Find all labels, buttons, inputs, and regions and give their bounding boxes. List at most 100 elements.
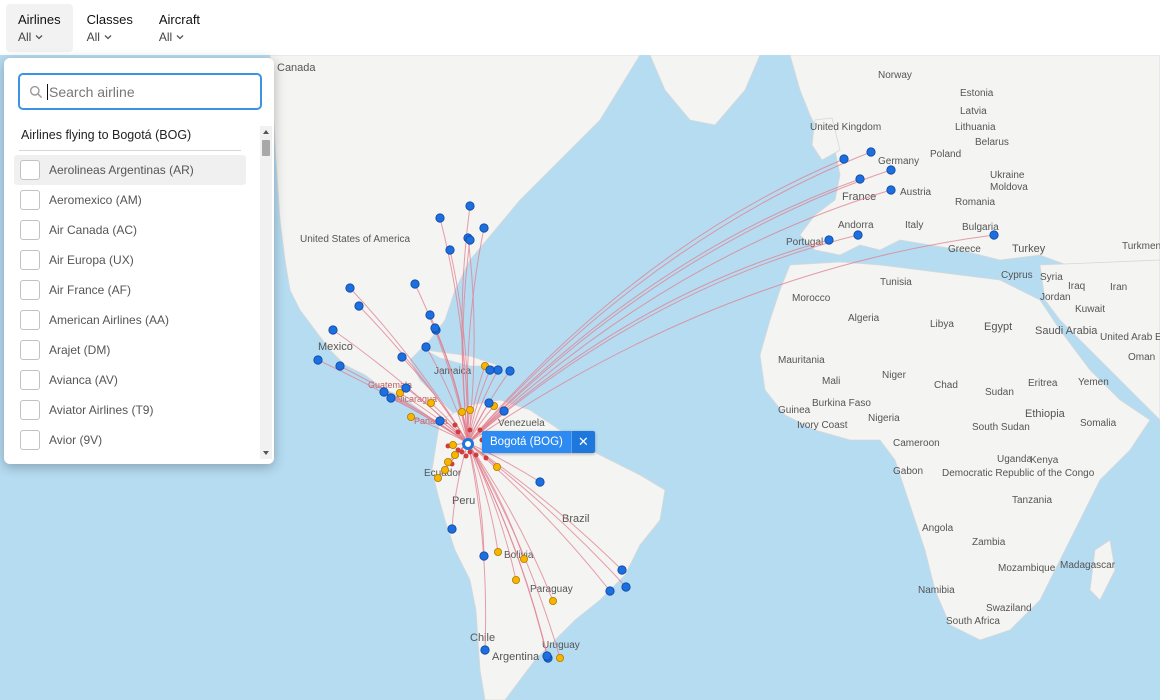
- direct-airport-marker[interactable]: [485, 365, 495, 375]
- direct-airport-marker[interactable]: [397, 352, 407, 362]
- domestic-airport-marker[interactable]: [473, 452, 479, 458]
- map-label: Mozambique: [998, 563, 1056, 574]
- direct-airport-marker[interactable]: [535, 477, 545, 487]
- map-label: Ivory Coast: [797, 420, 848, 431]
- connecting-airport-marker[interactable]: [443, 457, 452, 466]
- connecting-airport-marker[interactable]: [448, 440, 457, 449]
- direct-airport-marker[interactable]: [313, 355, 323, 365]
- direct-airport-marker[interactable]: [605, 586, 615, 596]
- airline-checkbox[interactable]: [20, 190, 40, 210]
- domestic-airport-marker[interactable]: [483, 455, 489, 461]
- airline-checkbox[interactable]: [20, 400, 40, 420]
- direct-airport-marker[interactable]: [484, 398, 494, 408]
- direct-airport-marker[interactable]: [621, 582, 631, 592]
- direct-airport-marker[interactable]: [379, 387, 389, 397]
- airline-checkbox[interactable]: [20, 160, 40, 180]
- direct-airport-marker[interactable]: [386, 393, 396, 403]
- direct-airport-marker[interactable]: [425, 310, 435, 320]
- direct-airport-marker[interactable]: [447, 524, 457, 534]
- direct-airport-marker[interactable]: [435, 213, 445, 223]
- connecting-airport-marker[interactable]: [520, 555, 529, 564]
- direct-airport-marker[interactable]: [410, 279, 420, 289]
- direct-airport-marker[interactable]: [866, 147, 876, 157]
- airline-checkbox[interactable]: [20, 220, 40, 240]
- direct-airport-marker[interactable]: [886, 185, 896, 195]
- airline-checkbox[interactable]: [20, 370, 40, 390]
- search-airline-input[interactable]: [47, 83, 247, 100]
- direct-airport-marker[interactable]: [886, 165, 896, 175]
- direct-airport-marker[interactable]: [499, 406, 509, 416]
- direct-airport-marker[interactable]: [354, 301, 364, 311]
- airline-checkbox[interactable]: [20, 430, 40, 450]
- list-header: Airlines flying to Bogotá (BOG): [21, 128, 192, 142]
- domestic-airport-marker[interactable]: [459, 449, 465, 455]
- direct-airport-marker[interactable]: [839, 154, 849, 164]
- direct-airport-marker[interactable]: [445, 245, 455, 255]
- connecting-airport-marker[interactable]: [493, 548, 502, 557]
- direct-airport-marker[interactable]: [435, 416, 445, 426]
- domestic-airport-marker[interactable]: [467, 427, 473, 433]
- domestic-airport-marker[interactable]: [452, 422, 458, 428]
- connecting-airport-marker[interactable]: [457, 407, 466, 416]
- connecting-airport-marker[interactable]: [426, 398, 435, 407]
- airline-checkbox[interactable]: [20, 310, 40, 330]
- direct-airport-marker[interactable]: [465, 201, 475, 211]
- airline-checkbox[interactable]: [20, 340, 40, 360]
- scrollbar-thumb[interactable]: [262, 140, 270, 156]
- airline-checkbox[interactable]: [20, 250, 40, 270]
- connecting-airport-marker[interactable]: [556, 654, 565, 663]
- airline-option[interactable]: Air Europa (UX): [4, 245, 258, 275]
- direct-airport-marker[interactable]: [480, 645, 490, 655]
- airline-option[interactable]: Air France (AF): [4, 275, 258, 305]
- domestic-airport-marker[interactable]: [455, 429, 461, 435]
- connecting-airport-marker[interactable]: [492, 462, 501, 471]
- direct-airport-marker[interactable]: [479, 551, 489, 561]
- connecting-airport-marker[interactable]: [450, 450, 459, 459]
- direct-airport-marker[interactable]: [542, 651, 552, 661]
- direct-airport-marker[interactable]: [479, 223, 489, 233]
- airline-option[interactable]: Aerolineas Argentinas (AR): [14, 155, 246, 185]
- direct-airport-marker[interactable]: [824, 235, 834, 245]
- list-scrollbar[interactable]: [260, 126, 272, 459]
- connecting-airport-marker[interactable]: [549, 597, 558, 606]
- scroll-down-icon[interactable]: [260, 447, 272, 459]
- airline-option[interactable]: Arajet (DM): [4, 335, 258, 365]
- direct-airport-marker[interactable]: [328, 325, 338, 335]
- domestic-airport-marker[interactable]: [467, 449, 473, 455]
- airline-option[interactable]: Aeromexico (AM): [4, 185, 258, 215]
- connecting-airport-marker[interactable]: [440, 465, 449, 474]
- map-label: Oman: [1128, 352, 1155, 363]
- domestic-airport-marker[interactable]: [463, 453, 469, 459]
- direct-airport-marker[interactable]: [345, 283, 355, 293]
- airline-option[interactable]: American Airlines (AA): [4, 305, 258, 335]
- direct-airport-marker[interactable]: [989, 230, 999, 240]
- direct-airport-marker[interactable]: [335, 361, 345, 371]
- direct-airport-marker[interactable]: [430, 323, 440, 333]
- airline-option[interactable]: Avianca (AV): [4, 365, 258, 395]
- map-label: Norway: [878, 70, 912, 81]
- direct-airport-marker[interactable]: [853, 230, 863, 240]
- connecting-airport-marker[interactable]: [465, 405, 474, 414]
- connecting-airport-marker[interactable]: [433, 473, 442, 482]
- classes-filter[interactable]: Classes All: [75, 4, 145, 52]
- airline-option[interactable]: Aviator Airlines (T9): [4, 395, 258, 425]
- airlines-filter[interactable]: Airlines All: [6, 4, 73, 52]
- close-icon[interactable]: ✕: [570, 431, 595, 453]
- direct-airport-marker[interactable]: [401, 383, 411, 393]
- airline-label: Aeromexico (AM): [49, 193, 142, 207]
- airline-option[interactable]: Avior (9V): [4, 425, 258, 455]
- direct-airport-marker[interactable]: [617, 565, 627, 575]
- connecting-airport-marker[interactable]: [406, 412, 415, 421]
- origin-airport-marker[interactable]: [462, 438, 474, 450]
- direct-airport-marker[interactable]: [493, 365, 503, 375]
- airline-checkbox[interactable]: [20, 280, 40, 300]
- direct-airport-marker[interactable]: [855, 174, 865, 184]
- connecting-airport-marker[interactable]: [512, 576, 521, 585]
- aircraft-filter[interactable]: Aircraft All: [147, 4, 212, 52]
- direct-airport-marker[interactable]: [465, 235, 475, 245]
- direct-airport-marker[interactable]: [505, 366, 515, 376]
- direct-airport-marker[interactable]: [421, 342, 431, 352]
- map-label: Zambia: [972, 537, 1006, 548]
- scroll-up-icon[interactable]: [260, 126, 272, 138]
- airline-option[interactable]: Air Canada (AC): [4, 215, 258, 245]
